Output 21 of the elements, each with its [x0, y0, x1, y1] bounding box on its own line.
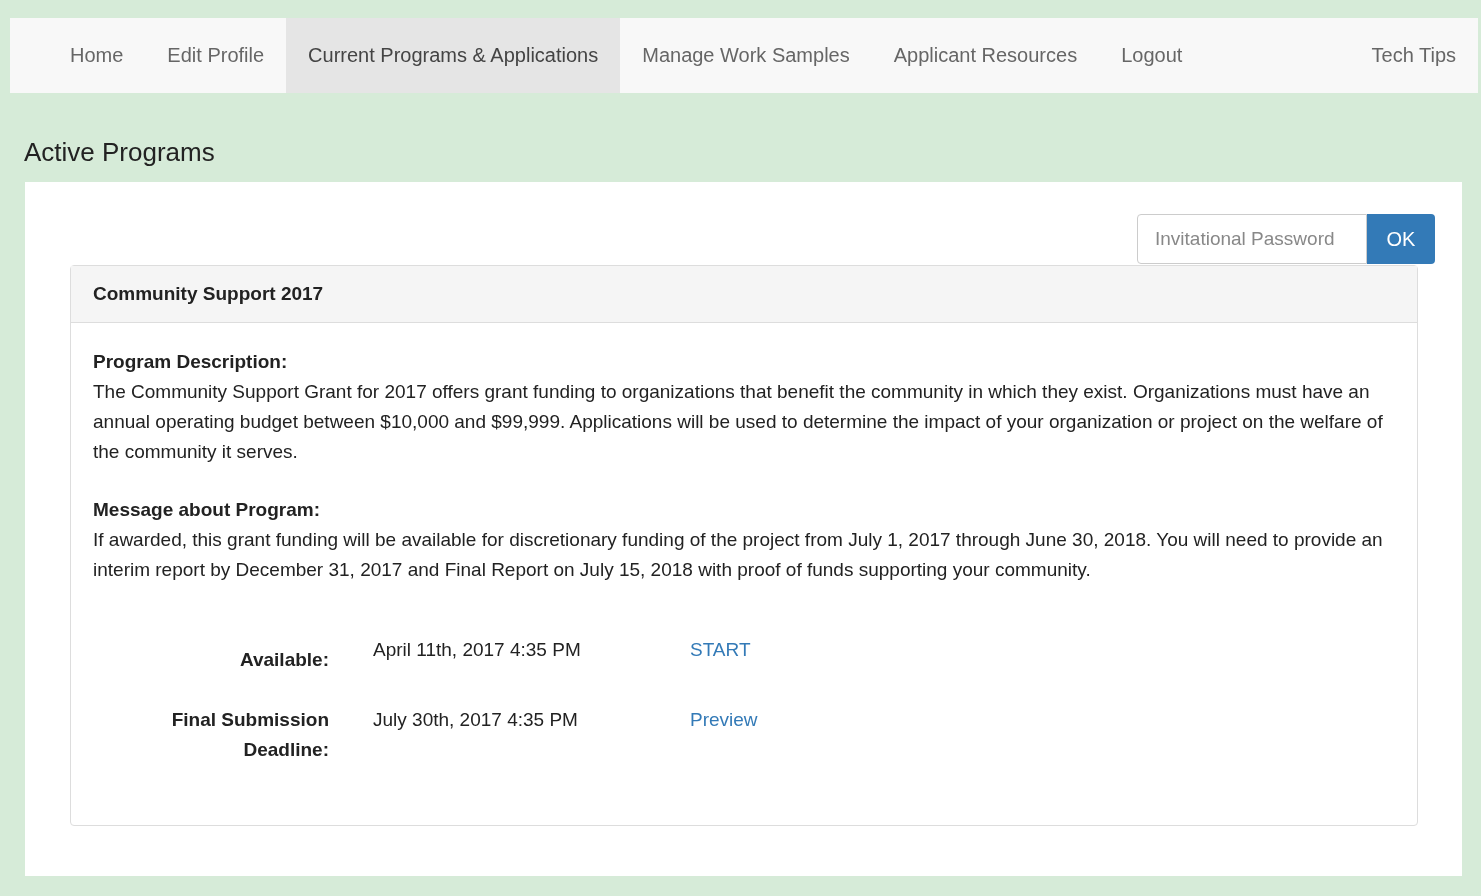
action-link[interactable]: Preview — [653, 705, 758, 730]
nav-tab[interactable]: Applicant Resources — [871, 18, 1100, 93]
date-value: July 30th, 2017 4:35 PM — [372, 708, 579, 732]
action-link[interactable]: START — [653, 639, 751, 660]
nav-tab[interactable]: Manage Work Samples — [620, 18, 872, 93]
nav-tab[interactable]: Home — [48, 18, 146, 93]
nav-tab[interactable]: Edit Profile — [145, 18, 287, 93]
password-field[interactable]: Invitational Password — [1137, 214, 1367, 264]
nav-tab[interactable]: Current Programs & Applications — [286, 18, 621, 93]
program-title: Community Support 2017 — [71, 266, 1417, 323]
section-text: The Community Support Grant for 2017 offers grant funding to organizations that benefit the community in which they exist. Organizations must have an annual operating budget between $10,000 and $99,999. Applications will be used to determine the impact of your organization or project on the welfare of the community it serves. — [93, 380, 1384, 464]
section-heading: Message about Program: — [93, 498, 321, 522]
page-heading: Active Programs — [23, 136, 216, 169]
date-label: Final Submission Deadline: — [170, 708, 329, 762]
ok-button[interactable]: OK — [1367, 214, 1435, 264]
section-heading: Program Description: — [93, 350, 289, 374]
date-label: Available: — [238, 648, 329, 672]
nav-tab[interactable]: Tech Tips — [1349, 18, 1478, 93]
nav-tab[interactable]: Logout — [1099, 18, 1205, 93]
date-value: April 11th, 2017 4:35 PM — [372, 638, 582, 662]
section-text: If awarded, this grant funding will be available for discretionary funding of the project from July 1, 2017 through June 30, 2018. You will need to provide an interim report by December 31, 2017 and Final Report on July 15, 2018 with proof of funds supporting your community. — [93, 528, 1384, 582]
